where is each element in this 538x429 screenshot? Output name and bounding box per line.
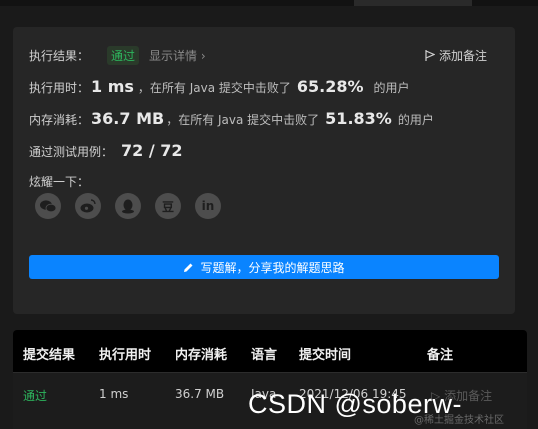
share-icons: 豆 in — [35, 193, 221, 219]
result-row: 执行结果： 通过 显示详情 › — [29, 46, 206, 65]
runtime-row: 执行用时： 1 ms ，在所有 Java 提交中击败了 65.28% 的用户 — [29, 77, 410, 96]
weibo-icon[interactable] — [75, 193, 101, 219]
tests-row: 通过测试用例： 72 / 72 — [29, 141, 183, 160]
tests-value: 72 / 72 — [121, 141, 183, 160]
flag-icon — [425, 50, 435, 61]
column-header-result: 提交结果 — [23, 348, 76, 363]
douban-icon[interactable]: 豆 — [155, 193, 181, 219]
memory-suffix: 的用户 — [397, 113, 434, 127]
column-header-language: 语言 — [251, 348, 278, 363]
runtime-description: ，在所有 Java 提交中击败了 — [137, 81, 291, 95]
status-badge: 通过 — [107, 46, 140, 65]
runtime-value: 1 ms — [91, 77, 134, 96]
show-details-link[interactable]: 显示详情 › — [149, 47, 206, 64]
result-label: 执行结果： — [29, 49, 90, 63]
tests-label: 通过测试用例： — [29, 145, 114, 159]
linkedin-icon[interactable]: in — [195, 193, 221, 219]
pencil-icon — [184, 263, 193, 272]
memory-row: 内存消耗： 36.7 MB ，在所有 Java 提交中击败了 51.83% 的用… — [29, 109, 434, 128]
row-status[interactable]: 通过 — [23, 387, 47, 404]
write-solution-button[interactable]: 写题解，分享我的解题思路 — [29, 255, 499, 279]
runtime-percent: 65.28% — [296, 77, 364, 96]
runtime-label: 执行用时： — [29, 81, 90, 95]
column-header-memory: 内存消耗 — [175, 348, 228, 363]
wechat-icon[interactable] — [35, 193, 61, 219]
runtime-suffix: 的用户 — [373, 81, 410, 95]
row-runtime: 1 ms — [99, 387, 129, 401]
column-header-runtime: 执行用时 — [99, 348, 152, 363]
memory-description: ，在所有 Java 提交中击败了 — [166, 113, 320, 127]
table-header: 提交结果 执行用时 内存消耗 语言 提交时间 备注 — [13, 330, 527, 373]
memory-percent: 51.83% — [325, 109, 392, 128]
memory-label: 内存消耗： — [29, 113, 90, 127]
watermark-small: @稀土掘金技术社区 — [414, 415, 504, 426]
row-memory: 36.7 MB — [175, 387, 225, 401]
submission-result-card: 执行结果： 通过 显示详情 › 添加备注 执行用时： 1 ms ，在所有 Jav… — [13, 27, 515, 314]
chevron-right-icon: › — [200, 49, 206, 63]
share-row: 炫耀一下： — [29, 173, 89, 190]
add-note-button[interactable]: 添加备注 — [425, 47, 487, 64]
memory-value: 36.7 MB — [91, 109, 165, 128]
qq-icon[interactable] — [115, 193, 141, 219]
column-header-note: 备注 — [427, 348, 454, 363]
column-header-time: 提交时间 — [299, 348, 352, 363]
share-label: 炫耀一下： — [29, 175, 90, 189]
top-tab-indicator — [354, 0, 472, 6]
top-bar — [0, 0, 538, 6]
